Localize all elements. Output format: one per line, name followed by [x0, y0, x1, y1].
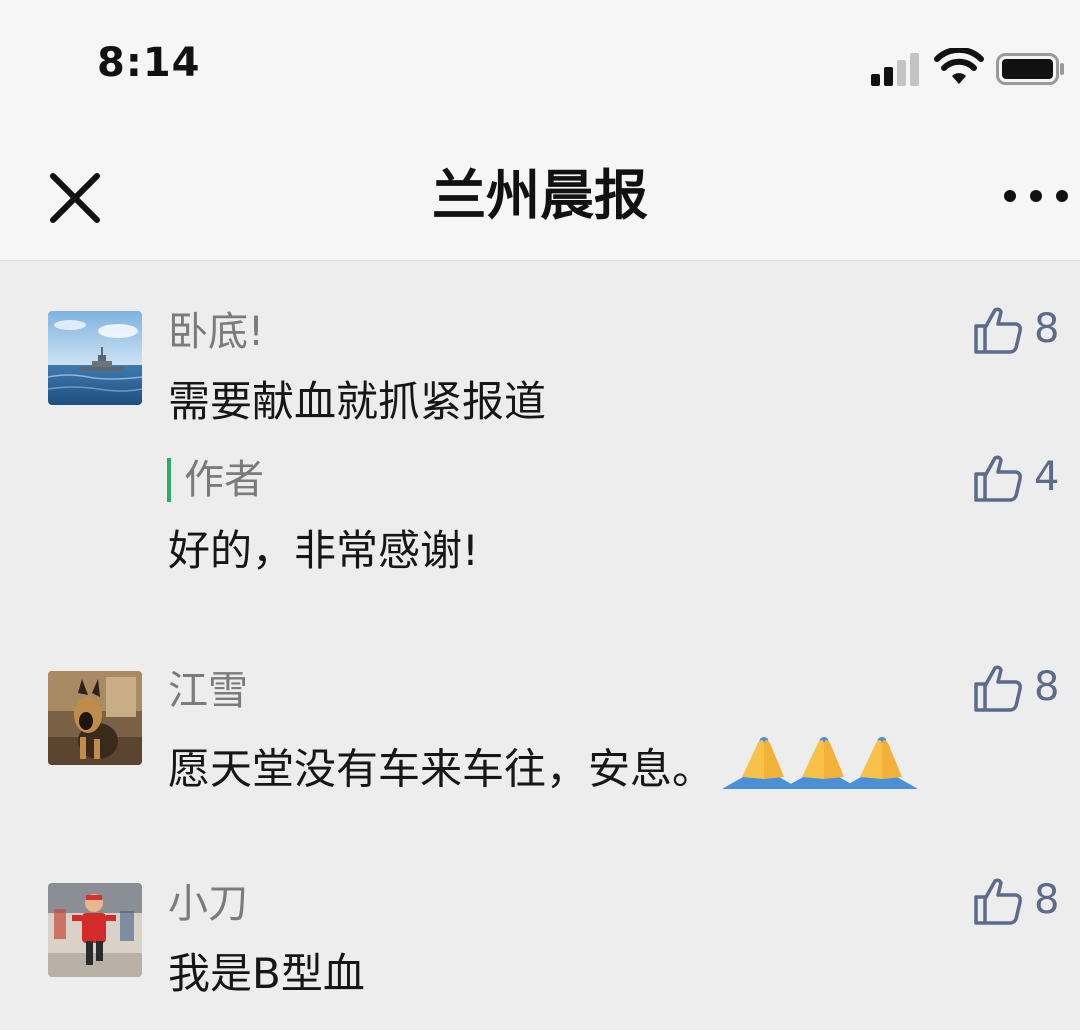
cellular-signal-icon	[871, 53, 919, 86]
comment-nickname[interactable]: 小刀	[168, 880, 248, 928]
comment-text-content: 愿天堂没有车来车往，安息。	[168, 744, 715, 794]
close-button[interactable]	[45, 168, 105, 228]
comment-nickname[interactable]: 卧底!	[168, 308, 264, 356]
author-reply-text: 好的，非常感谢!	[168, 526, 479, 575]
like-count: 4	[1034, 454, 1060, 500]
author-reply-marker	[167, 458, 171, 502]
praying-hands-emoji	[720, 733, 920, 803]
like-button[interactable]: 8	[970, 873, 1070, 929]
comment-text: 需要献血就抓紧报道	[168, 377, 547, 426]
like-button[interactable]: 8	[970, 302, 1070, 358]
comment-nickname[interactable]: 江雪	[168, 667, 248, 715]
more-button[interactable]	[1000, 178, 1072, 214]
thumbs-up-icon	[974, 878, 1022, 925]
child-runner-avatar[interactable]	[48, 883, 142, 977]
top-header: 8:14 兰州晨报	[0, 0, 1080, 261]
wifi-icon	[934, 48, 984, 84]
author-label: 作者	[184, 457, 264, 503]
comment-text: 愿天堂没有车来车往，安息。	[168, 737, 920, 807]
reply-like-button[interactable]: 4	[970, 450, 1070, 506]
battleship-avatar[interactable]	[48, 311, 142, 405]
page-title: 兰州晨报	[432, 164, 648, 227]
dog-avatar[interactable]	[48, 671, 142, 765]
more-dots-icon	[1004, 190, 1068, 202]
like-count: 8	[1034, 877, 1060, 923]
thumbs-up-icon	[974, 455, 1022, 502]
like-button[interactable]: 8	[970, 660, 1070, 716]
status-time: 8:14	[97, 40, 201, 86]
close-icon	[50, 173, 100, 223]
thumbs-up-icon	[974, 307, 1022, 354]
thumbs-up-icon	[974, 665, 1022, 712]
comment-text: 我是B型血	[168, 949, 365, 998]
battery-icon	[996, 53, 1064, 85]
like-count: 8	[1034, 664, 1060, 710]
like-count: 8	[1034, 306, 1060, 352]
